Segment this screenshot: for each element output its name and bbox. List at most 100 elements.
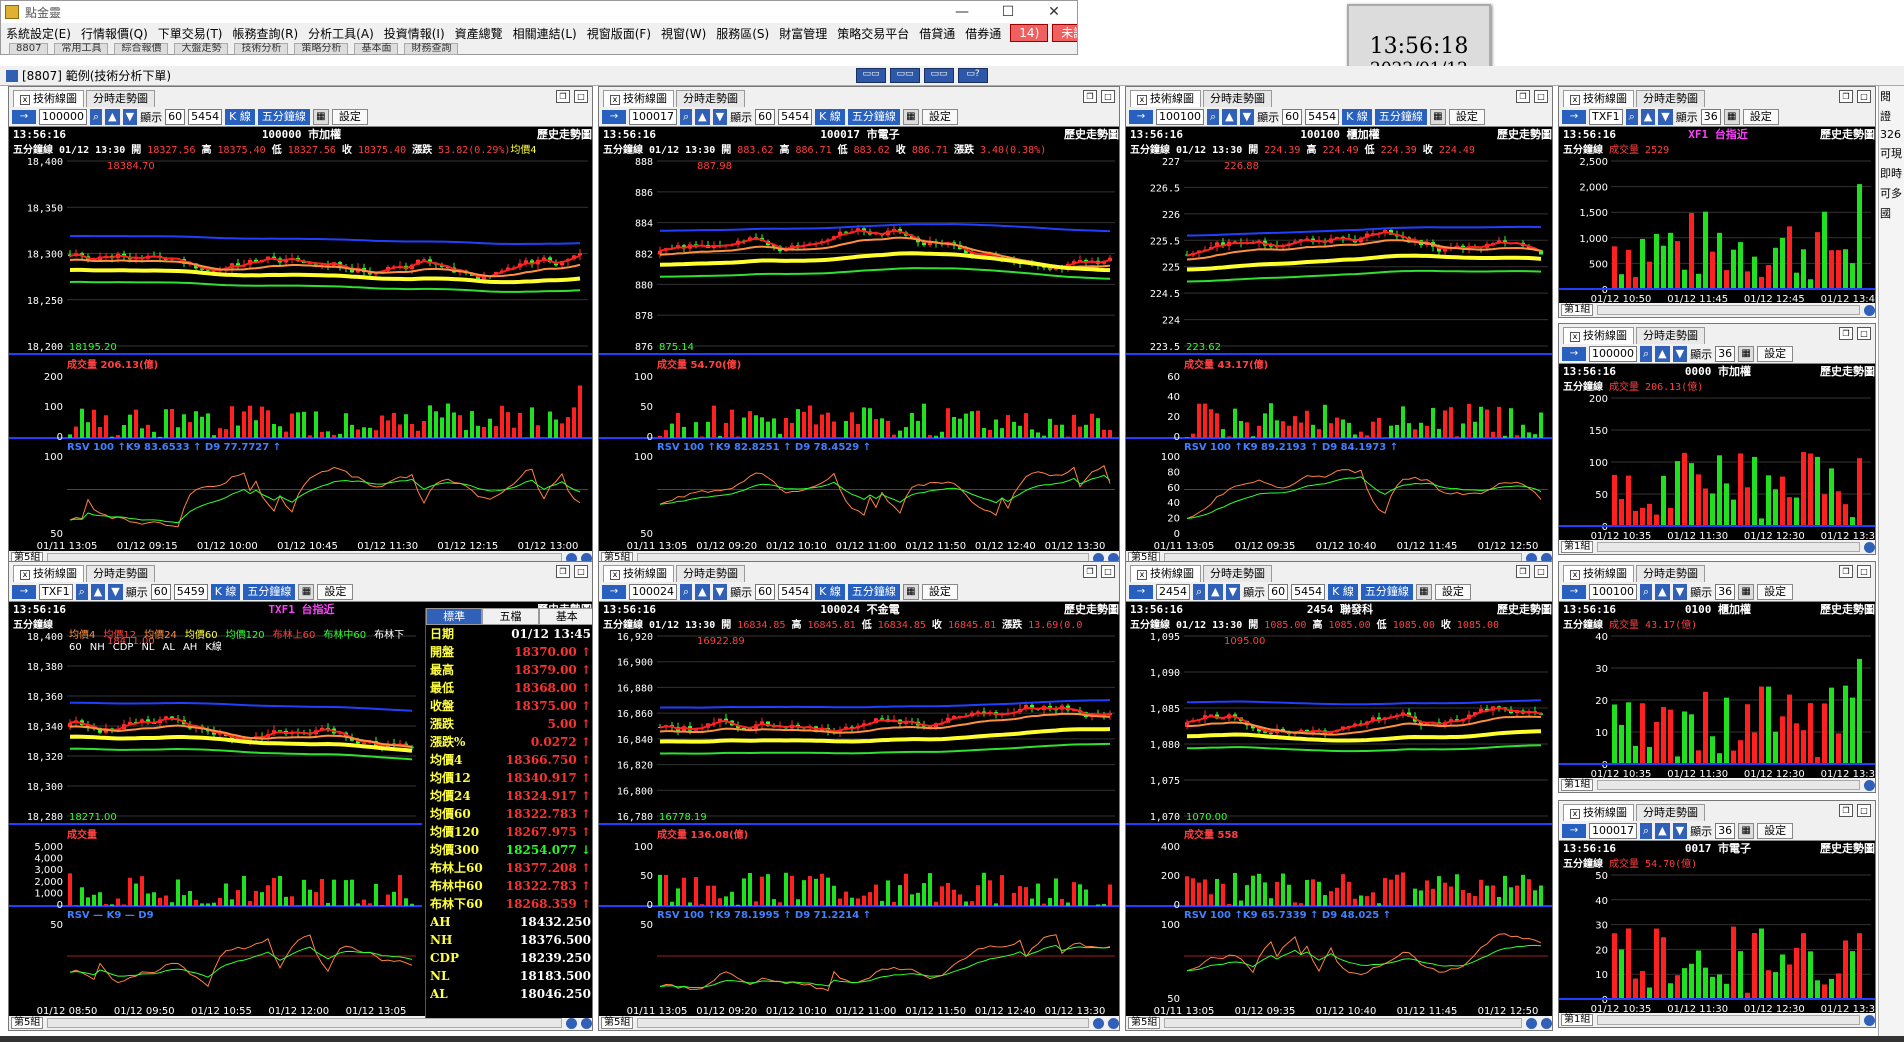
- horizontal-scrollbar[interactable]: [1597, 305, 1860, 315]
- arrow-up-icon[interactable]: ▲: [695, 108, 710, 125]
- restore-icon[interactable]: ❐: [1839, 90, 1853, 103]
- kline-dropdown[interactable]: K 線: [210, 583, 241, 600]
- search-icon[interactable]: ⌕: [1640, 583, 1653, 600]
- link-arrow-icon[interactable]: →: [602, 584, 626, 599]
- subtool-item[interactable]: 策略分析: [294, 43, 349, 55]
- subtool-item[interactable]: 財務查詢: [404, 43, 459, 55]
- search-icon[interactable]: ⌕: [680, 583, 693, 600]
- horizontal-scrollbar[interactable]: [1164, 1018, 1522, 1028]
- count-input[interactable]: 60: [755, 108, 776, 125]
- arrow-up-icon[interactable]: ▲: [1655, 583, 1670, 600]
- link-arrow-icon[interactable]: →: [12, 109, 36, 124]
- restore-icon[interactable]: ❐: [556, 565, 570, 578]
- settings-button[interactable]: 設定: [921, 108, 958, 125]
- restore-icon[interactable]: ❐: [1516, 90, 1530, 103]
- link-arrow-icon[interactable]: →: [1562, 584, 1586, 599]
- excel-icon[interactable]: ▦: [312, 108, 329, 125]
- count-input[interactable]: 60: [165, 108, 186, 125]
- kline-dropdown[interactable]: K 線: [225, 108, 255, 125]
- maximize-icon[interactable]: □: [1534, 90, 1548, 103]
- maximize-icon[interactable]: □: [1101, 565, 1115, 578]
- menu-item[interactable]: 投資情報(I): [379, 25, 450, 42]
- search-icon[interactable]: ⌕: [680, 108, 693, 125]
- restore-icon[interactable]: ❐: [1839, 804, 1853, 817]
- zoom-out-icon[interactable]: [1541, 1017, 1552, 1029]
- detail-tab[interactable]: 基本: [538, 608, 592, 625]
- arrow-up-icon[interactable]: ▲: [695, 583, 710, 600]
- tab-tech-chart[interactable]: x 技術線圖: [603, 90, 674, 107]
- group-select[interactable]: 第5組: [601, 1017, 634, 1029]
- excel-icon[interactable]: ▦: [1738, 345, 1755, 362]
- symbol-input[interactable]: 2454: [1156, 583, 1190, 600]
- help-button[interactable]: ▭?: [958, 68, 988, 83]
- count-input[interactable]: 36: [1700, 108, 1721, 125]
- menu-item[interactable]: 相關連結(L): [508, 25, 582, 42]
- group-select[interactable]: 第1組: [1561, 1014, 1594, 1026]
- count-input[interactable]: 36: [1715, 822, 1736, 839]
- link-arrow-icon[interactable]: →: [1129, 109, 1153, 124]
- maximize-icon[interactable]: □: [1101, 90, 1115, 103]
- zoom-in-icon[interactable]: [1864, 304, 1875, 316]
- arrow-down-icon[interactable]: ▼: [1225, 583, 1241, 600]
- search-icon[interactable]: ⌕: [1193, 583, 1206, 600]
- subtool-item[interactable]: 基本面: [354, 43, 399, 55]
- period-dropdown[interactable]: 五分鐘線: [847, 583, 900, 600]
- excel-icon[interactable]: ▦: [1738, 822, 1755, 839]
- menu-item[interactable]: 系統設定(E): [1, 25, 76, 42]
- symbol-input[interactable]: 100017: [629, 108, 677, 125]
- menu-item[interactable]: 借券通: [960, 25, 1006, 42]
- count-input[interactable]: 36: [1715, 345, 1736, 362]
- menu-item[interactable]: 視窗(W): [656, 25, 711, 42]
- period-dropdown[interactable]: 五分鐘線: [257, 108, 310, 125]
- symbol-input[interactable]: 100100: [1589, 583, 1637, 600]
- arrow-up-icon[interactable]: ▲: [1655, 822, 1670, 839]
- detail-tab[interactable]: 標準: [426, 608, 483, 625]
- close-tab-icon[interactable]: x: [1570, 809, 1580, 819]
- zoom-in-icon[interactable]: [1864, 1014, 1875, 1026]
- kline-dropdown[interactable]: K 線: [815, 583, 845, 600]
- layout-button[interactable]: ▭▭: [924, 68, 954, 83]
- symbol-input[interactable]: TXF1: [39, 583, 73, 600]
- volume-chart[interactable]: 5040302010001/12 10:35 01/12 11:30 01/12 1…: [1559, 869, 1876, 1015]
- horizontal-scrollbar[interactable]: [637, 1018, 1089, 1028]
- arrow-down-icon[interactable]: ▼: [122, 108, 138, 125]
- tab-tech-chart[interactable]: x 技術線圖: [13, 565, 84, 582]
- zoom-in-icon[interactable]: [1864, 779, 1875, 791]
- restore-icon[interactable]: ❐: [1083, 565, 1097, 578]
- arrow-up-icon[interactable]: ▲: [105, 108, 120, 125]
- price-chart[interactable]: 888 886 884 882 880 878 876 成交量 54.70(億) 100 50 0R…: [599, 155, 1120, 553]
- search-icon[interactable]: ⌕: [1625, 108, 1638, 125]
- excel-icon[interactable]: ▦: [1415, 583, 1432, 600]
- symbol-input[interactable]: 100100: [1156, 108, 1204, 125]
- search-icon[interactable]: ⌕: [90, 108, 103, 125]
- menu-item[interactable]: 策略交易平台: [832, 25, 914, 42]
- arrow-down-icon[interactable]: ▼: [712, 583, 728, 600]
- subtool-item[interactable]: 綜合報價: [114, 43, 169, 55]
- tab-minute-chart[interactable]: 分時走勢圖: [1636, 565, 1705, 582]
- layout-button[interactable]: ▭▭: [890, 68, 920, 83]
- close-tab-icon[interactable]: x: [1137, 570, 1147, 580]
- maximize-icon[interactable]: □: [574, 90, 588, 103]
- tab-minute-chart[interactable]: 分時走勢圖: [676, 565, 745, 582]
- count-input[interactable]: 60: [755, 583, 776, 600]
- settings-button[interactable]: 設定: [1742, 108, 1779, 125]
- subtool-item[interactable]: 大盤走勢: [174, 43, 229, 55]
- tab-tech-chart[interactable]: x 技術線圖: [1563, 327, 1634, 344]
- arrow-down-icon[interactable]: ▼: [108, 583, 123, 600]
- symbol-input[interactable]: 100024: [629, 583, 677, 600]
- tab-tech-chart[interactable]: x 技術線圖: [1563, 90, 1634, 107]
- count-input[interactable]: 60: [1282, 108, 1303, 125]
- notice-badge[interactable]: 14): [1010, 24, 1049, 42]
- settings-button[interactable]: 設定: [1434, 583, 1471, 600]
- link-arrow-icon[interactable]: →: [1129, 584, 1153, 599]
- volume-chart[interactable]: 40302010001/12 10:35 01/12 11:30 01/12 12:…: [1559, 630, 1876, 780]
- arrow-down-icon[interactable]: ▼: [1672, 822, 1688, 839]
- layout-button[interactable]: ▭▭: [856, 68, 886, 83]
- symbol-input[interactable]: 100017: [1589, 822, 1637, 839]
- group-select[interactable]: 第5組: [11, 1017, 44, 1029]
- zoom-in-icon[interactable]: [566, 1017, 577, 1029]
- link-arrow-icon[interactable]: →: [1562, 346, 1586, 361]
- period-dropdown[interactable]: 五分鐘線: [243, 583, 296, 600]
- settings-button[interactable]: 設定: [921, 583, 958, 600]
- link-arrow-icon[interactable]: →: [602, 109, 626, 124]
